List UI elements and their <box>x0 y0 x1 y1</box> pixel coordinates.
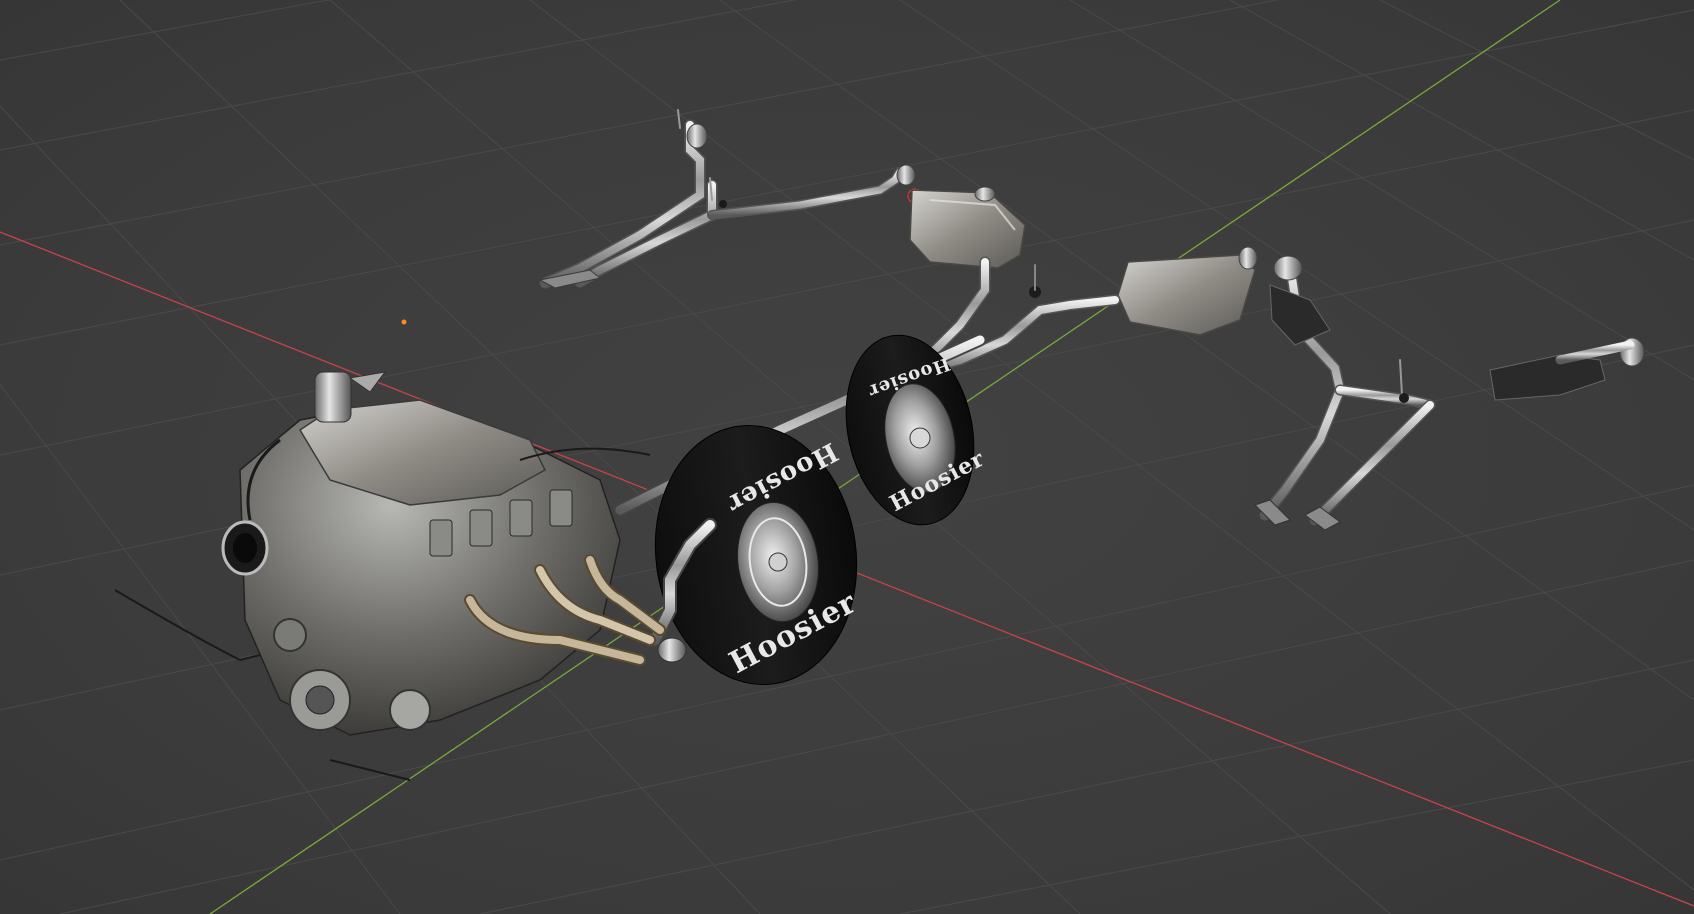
3d-viewport[interactable]: Hoosier Hoosier Hoosier Hoosier <box>0 0 1694 914</box>
origin-marker <box>401 319 407 325</box>
engine-block[interactable] <box>114 371 651 781</box>
air-filter[interactable] <box>314 371 352 423</box>
exhaust-system-left[interactable] <box>538 109 923 289</box>
pulley <box>389 689 431 731</box>
exhaust-system-right[interactable] <box>1254 255 1645 531</box>
pulley <box>273 618 307 652</box>
viewport-canvas[interactable]: Hoosier Hoosier Hoosier Hoosier <box>0 0 1694 914</box>
muffler-center[interactable] <box>909 186 1026 269</box>
muffler-right[interactable] <box>1117 246 1258 336</box>
floor-grid <box>0 0 1694 914</box>
